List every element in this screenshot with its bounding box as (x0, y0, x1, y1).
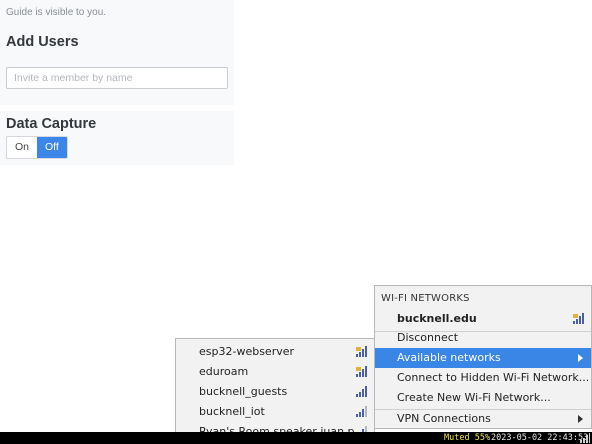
vpn-connections-item[interactable]: VPN Connections (375, 409, 591, 429)
connected-network-item[interactable]: bucknell.edu (375, 309, 591, 329)
disconnect-label: Disconnect (397, 331, 459, 344)
wifi-signal-icon (356, 386, 367, 397)
available-networks-submenu: esp32-webserver eduroam bucknell_guests … (175, 338, 375, 444)
network-item-esp32-webserver[interactable]: esp32-webserver (176, 342, 374, 362)
chevron-right-icon (578, 415, 583, 423)
network-name: eduroam (199, 365, 249, 378)
available-networks-label: Available networks (397, 351, 501, 364)
wifi-networks-menu: WI-FI NETWORKS bucknell.edu Disconnect A… (374, 285, 592, 429)
data-capture-off-option[interactable]: Off (37, 137, 67, 158)
invite-member-input[interactable] (6, 67, 228, 89)
available-networks-item[interactable]: Available networks (375, 348, 591, 368)
data-capture-toggle[interactable]: On Off (6, 136, 68, 159)
data-capture-on-option[interactable]: On (7, 137, 38, 158)
wifi-signal-icon (356, 406, 367, 417)
network-name: esp32-webserver (199, 345, 295, 358)
chevron-right-icon (578, 354, 583, 362)
network-item-bucknell-iot[interactable]: bucknell_iot (176, 402, 374, 422)
wifi-signal-locked-icon (356, 366, 367, 377)
vpn-connections-label: VPN Connections (397, 412, 491, 425)
volume-status[interactable]: Muted 55% (444, 432, 490, 444)
wifi-tray-icon[interactable] (580, 433, 590, 443)
wifi-signal-locked-icon (356, 346, 367, 357)
data-capture-title: Data Capture (6, 116, 97, 132)
wifi-signal-locked-icon (573, 313, 584, 324)
disconnect-item[interactable]: Disconnect (375, 328, 591, 348)
add-users-title: Add Users (6, 34, 79, 50)
connect-hidden-network-item[interactable]: Connect to Hidden Wi-Fi Network... (375, 368, 591, 388)
taskbar: Muted 55% 2023-05-02 22:43:53 (0, 432, 592, 444)
add-users-panel: Guide is visible to you. Add Users (0, 0, 234, 105)
wifi-networks-header-text: WI-FI NETWORKS (381, 293, 470, 304)
network-name: bucknell_iot (199, 405, 265, 418)
network-item-eduroam[interactable]: eduroam (176, 362, 374, 382)
network-name: bucknell_guests (199, 385, 288, 398)
connected-network-label: bucknell.edu (397, 312, 477, 325)
visibility-note: Guide is visible to you. (6, 7, 107, 18)
network-item-bucknell-guests[interactable]: bucknell_guests (176, 382, 374, 402)
wifi-networks-header: WI-FI NETWORKS (381, 293, 470, 304)
create-new-network-label: Create New Wi-Fi Network... (397, 391, 551, 404)
create-new-network-item[interactable]: Create New Wi-Fi Network... (375, 388, 591, 408)
connect-hidden-network-label: Connect to Hidden Wi-Fi Network... (397, 371, 590, 384)
clock: 2023-05-02 22:43:53 (491, 433, 589, 443)
